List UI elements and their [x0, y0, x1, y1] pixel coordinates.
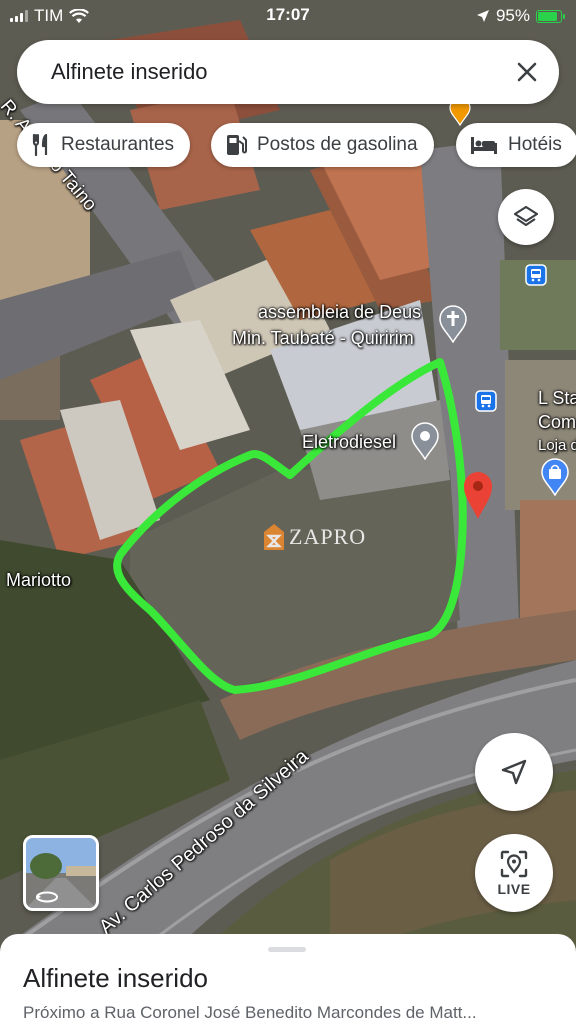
chip-label: Hotéis	[508, 134, 562, 155]
navigation-arrow-icon	[501, 759, 527, 785]
layers-icon	[513, 205, 539, 227]
location-services-icon	[476, 10, 489, 22]
live-view-button[interactable]: LIVE	[475, 834, 553, 912]
poi-label-church-line1: assembleia de Deus	[258, 302, 422, 322]
live-view-icon	[500, 850, 528, 878]
street-label-left: Mariotto	[6, 570, 72, 590]
search-title: Alfinete inserido	[51, 59, 208, 84]
chip-label: Restaurantes	[61, 134, 175, 155]
watermark: ZAPRO	[262, 522, 366, 552]
battery-percent: 95%	[495, 6, 530, 25]
live-label: LIVE	[497, 881, 531, 897]
fork-knife-icon	[32, 133, 48, 157]
watermark-logo-icon	[264, 524, 284, 550]
church-poi-icon[interactable]	[438, 305, 468, 343]
chip-restaurants[interactable]: Restaurantes	[17, 123, 191, 167]
sheet-drag-handle[interactable]	[268, 947, 306, 952]
poi-label-eletrodiesel: Eletrodiesel	[302, 432, 397, 452]
street-view-thumbnail[interactable]	[23, 835, 99, 911]
watermark-text: ZAPRO	[289, 524, 367, 549]
poi-label-store-line3: Loja d	[538, 437, 576, 454]
shopping-poi-icon[interactable]	[540, 458, 570, 496]
bus-stop-icon[interactable]	[525, 264, 547, 286]
place-address: Próximo a Rua Coronel José Benedito Marc…	[23, 1003, 477, 1022]
bus-stop-icon[interactable]	[475, 390, 497, 412]
chip-label: Postos de gasolina	[257, 134, 418, 155]
my-location-button[interactable]	[475, 733, 553, 811]
place-title: Alfinete inserido	[23, 963, 208, 993]
layers-button[interactable]	[498, 189, 554, 245]
place-bottom-sheet[interactable]: Alfinete inserido Próximo a Rua Coronel …	[0, 934, 576, 1024]
gas-station-icon	[227, 135, 247, 155]
place-poi-icon[interactable]	[410, 422, 440, 460]
search-bar[interactable]: Alfinete inserido	[17, 40, 559, 104]
poi-label-church-line2: Min. Taubaté - Quiririm	[232, 328, 414, 348]
dropped-pin-icon[interactable]	[462, 470, 494, 520]
status-bar: TIM 17:07 95%	[0, 0, 576, 32]
close-icon[interactable]	[515, 60, 539, 84]
poi-label-store-line2: Com	[538, 412, 576, 432]
rotate-360-icon	[36, 891, 58, 903]
bed-icon	[471, 137, 497, 154]
chip-gas-stations[interactable]: Postos de gasolina	[211, 123, 434, 167]
chip-hotels[interactable]: Hotéis	[456, 123, 576, 167]
poi-label-store-line1: L Sta	[538, 388, 576, 408]
battery-icon	[536, 9, 565, 23]
